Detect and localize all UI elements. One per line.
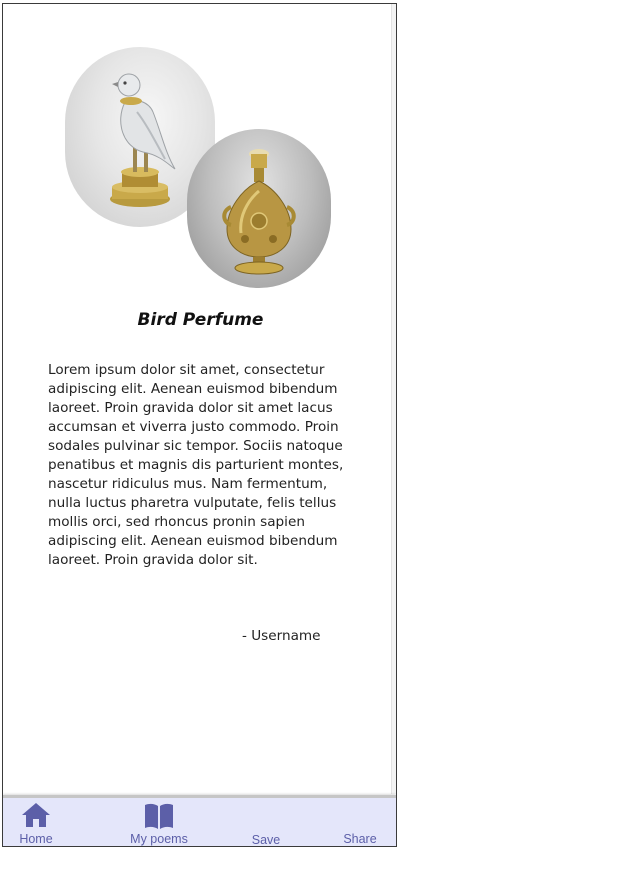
app-screen: Bird Perfume Lorem ipsum dolor sit amet,… (2, 3, 397, 847)
nav-my-poems-label: My poems (130, 832, 188, 846)
poem-author: - Username (242, 628, 321, 644)
nav-save-label: Save (251, 833, 281, 847)
nav-share-button[interactable]: Share (335, 798, 385, 846)
home-icon (21, 802, 51, 831)
book-icon (143, 802, 175, 833)
poem-body: Lorem ipsum dolor sit amet, consectetur … (48, 362, 344, 568)
nav-my-poems-button[interactable]: My poems (121, 798, 197, 846)
nav-share-label: Share (343, 832, 377, 846)
nav-home-button[interactable]: Home (11, 798, 61, 846)
bottom-nav: Home My poems Save Share (3, 795, 396, 847)
poem-title: Bird Perfume (137, 310, 264, 330)
perfume-flask-image (187, 129, 331, 288)
nav-home-label: Home (19, 832, 53, 846)
scrollbar[interactable] (391, 4, 396, 794)
nav-save-button[interactable]: Save (243, 798, 289, 847)
